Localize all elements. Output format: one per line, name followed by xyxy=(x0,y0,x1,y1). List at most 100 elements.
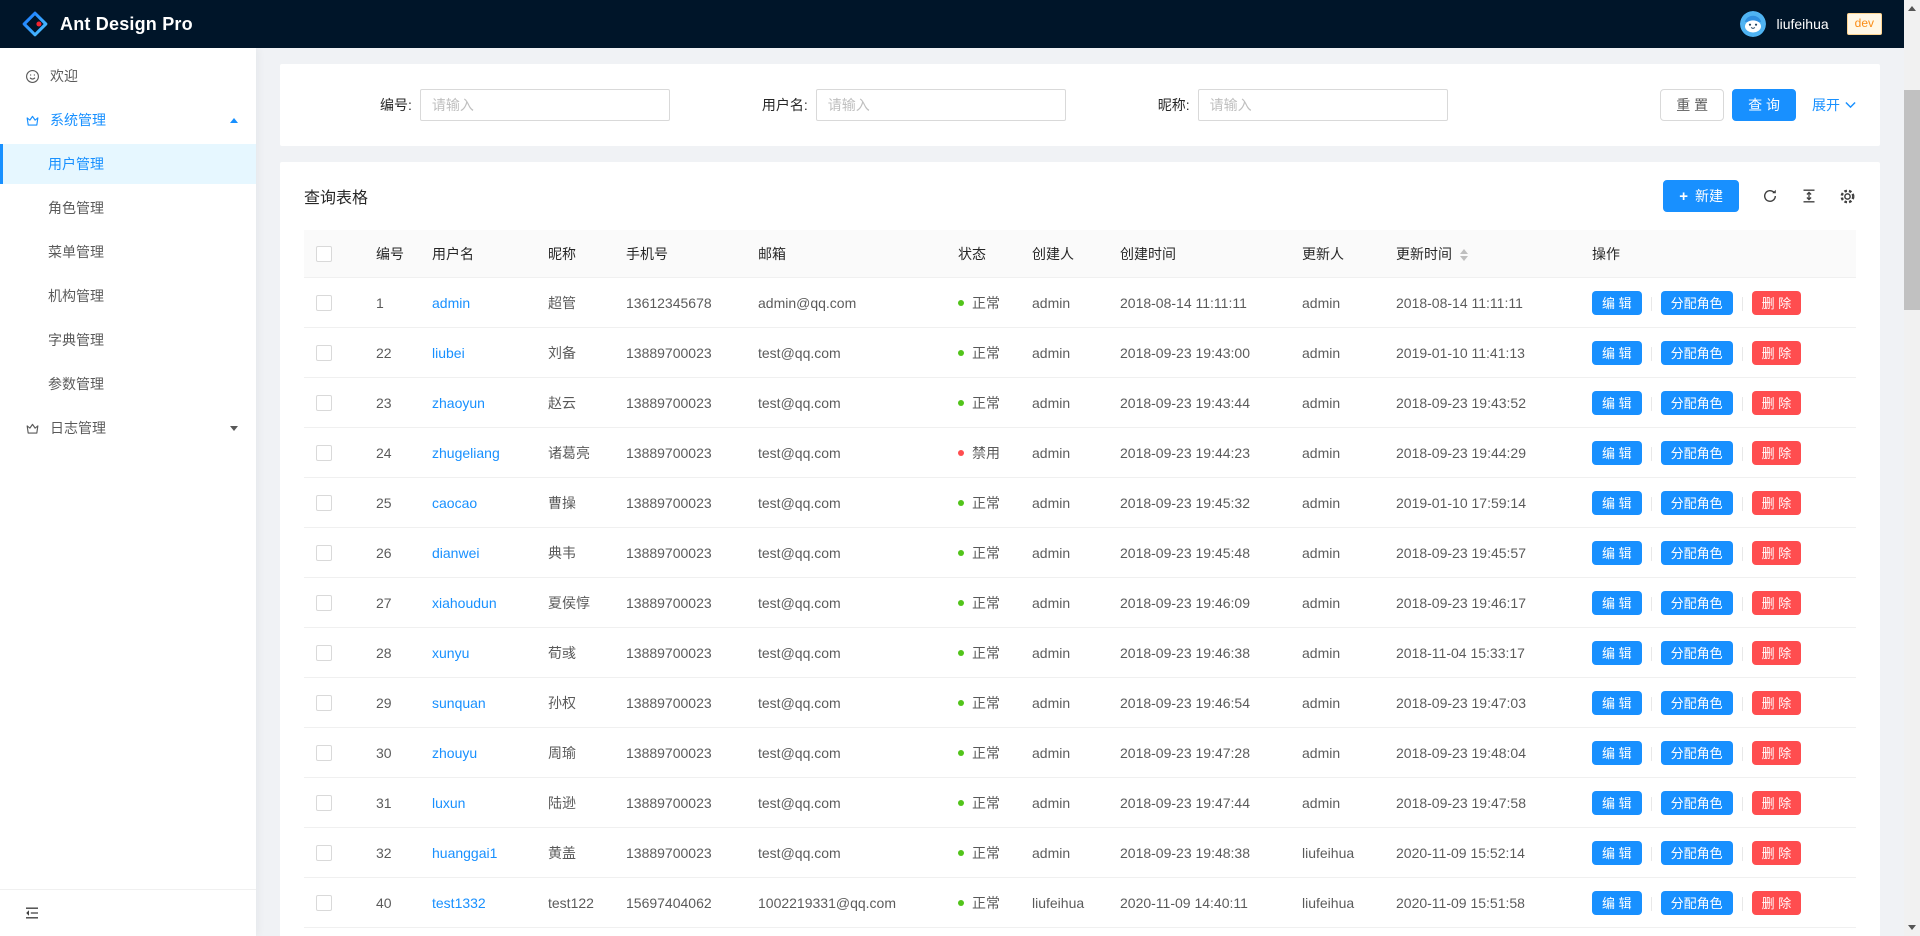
id-input[interactable] xyxy=(420,89,670,121)
row-checkbox[interactable] xyxy=(316,495,332,511)
row-checkbox[interactable] xyxy=(316,895,332,911)
username-link[interactable]: xunyu xyxy=(432,645,469,661)
delete-button[interactable]: 删 除 xyxy=(1752,641,1802,665)
sidebar-submenu-system[interactable]: 系统管理 xyxy=(0,100,256,140)
sidebar-submenu-log[interactable]: 日志管理 xyxy=(0,408,256,448)
sidebar-item-param-mgmt[interactable]: 参数管理 xyxy=(0,364,256,404)
username-link[interactable]: liubei xyxy=(432,345,465,361)
username-link[interactable]: caocao xyxy=(432,495,477,511)
edit-button[interactable]: 编 辑 xyxy=(1592,841,1642,865)
expand-toggle[interactable]: 展开 xyxy=(1812,95,1856,115)
edit-button[interactable]: 编 辑 xyxy=(1592,491,1642,515)
username-link[interactable]: test1332 xyxy=(432,895,486,911)
delete-button[interactable]: 删 除 xyxy=(1752,841,1802,865)
assign-role-button[interactable]: 分配角色 xyxy=(1661,841,1733,865)
new-button[interactable]: + 新建 xyxy=(1663,180,1739,212)
sidebar-item-role-mgmt[interactable]: 角色管理 xyxy=(0,188,256,228)
sorter-icon[interactable] xyxy=(1460,249,1468,261)
assign-role-button[interactable]: 分配角色 xyxy=(1661,741,1733,765)
delete-button[interactable]: 删 除 xyxy=(1752,441,1802,465)
username-link[interactable]: zhaoyun xyxy=(432,395,485,411)
edit-button[interactable]: 编 辑 xyxy=(1592,391,1642,415)
sidebar-item-dict-mgmt[interactable]: 字典管理 xyxy=(0,320,256,360)
scrollbar-thumb[interactable] xyxy=(1904,90,1920,310)
delete-button[interactable]: 删 除 xyxy=(1752,791,1802,815)
assign-role-button[interactable]: 分配角色 xyxy=(1661,541,1733,565)
assign-role-button[interactable]: 分配角色 xyxy=(1661,441,1733,465)
assign-role-button[interactable]: 分配角色 xyxy=(1661,591,1733,615)
delete-button[interactable]: 删 除 xyxy=(1752,491,1802,515)
edit-button[interactable]: 编 辑 xyxy=(1592,441,1642,465)
reset-button[interactable]: 重 置 xyxy=(1660,89,1724,121)
sidebar-item-org-mgmt[interactable]: 机构管理 xyxy=(0,276,256,316)
status-dot xyxy=(958,850,964,856)
delete-button[interactable]: 删 除 xyxy=(1752,291,1802,315)
select-all-checkbox[interactable] xyxy=(316,246,332,262)
logo[interactable]: Ant Design Pro xyxy=(22,11,193,37)
edit-button[interactable]: 编 辑 xyxy=(1592,341,1642,365)
row-checkbox[interactable] xyxy=(316,345,332,361)
row-checkbox[interactable] xyxy=(316,295,332,311)
edit-button[interactable]: 编 辑 xyxy=(1592,691,1642,715)
col-header-updated[interactable]: 更新时间 xyxy=(1384,230,1580,278)
scroll-up-arrow[interactable] xyxy=(1904,0,1920,17)
edit-button[interactable]: 编 辑 xyxy=(1592,891,1642,915)
status-dot xyxy=(958,600,964,606)
settings-gear-icon[interactable] xyxy=(1839,188,1856,205)
username-link[interactable]: zhugeliang xyxy=(432,445,500,461)
sidebar-item-user-mgmt[interactable]: 用户管理 xyxy=(0,144,256,184)
delete-button[interactable]: 删 除 xyxy=(1752,391,1802,415)
username-link[interactable]: zhouyu xyxy=(432,745,477,761)
assign-role-button[interactable]: 分配角色 xyxy=(1661,791,1733,815)
search-button[interactable]: 查 询 xyxy=(1732,89,1796,121)
assign-role-button[interactable]: 分配角色 xyxy=(1661,641,1733,665)
edit-button[interactable]: 编 辑 xyxy=(1592,641,1642,665)
delete-button[interactable]: 删 除 xyxy=(1752,891,1802,915)
assign-role-button[interactable]: 分配角色 xyxy=(1661,291,1733,315)
edit-button[interactable]: 编 辑 xyxy=(1592,591,1642,615)
assign-role-button[interactable]: 分配角色 xyxy=(1661,891,1733,915)
row-checkbox[interactable] xyxy=(316,795,332,811)
assign-role-button[interactable]: 分配角色 xyxy=(1661,341,1733,365)
edit-button[interactable]: 编 辑 xyxy=(1592,741,1642,765)
row-checkbox[interactable] xyxy=(316,695,332,711)
assign-role-button[interactable]: 分配角色 xyxy=(1661,691,1733,715)
sidebar-item-welcome[interactable]: 欢迎 xyxy=(0,56,256,96)
cell-email: test@qq.com xyxy=(746,778,946,828)
edit-button[interactable]: 编 辑 xyxy=(1592,541,1642,565)
username-link[interactable]: admin xyxy=(432,295,470,311)
delete-button[interactable]: 删 除 xyxy=(1752,341,1802,365)
sidebar-item-menu-mgmt[interactable]: 菜单管理 xyxy=(0,232,256,272)
edit-button[interactable]: 编 辑 xyxy=(1592,791,1642,815)
username-link[interactable]: dianwei xyxy=(432,545,479,561)
delete-button[interactable]: 删 除 xyxy=(1752,691,1802,715)
row-checkbox[interactable] xyxy=(316,845,332,861)
edit-button[interactable]: 编 辑 xyxy=(1592,291,1642,315)
user-menu[interactable]: liufeihua dev xyxy=(1740,11,1920,37)
username-link[interactable]: sunquan xyxy=(432,695,486,711)
menu-fold-icon[interactable] xyxy=(24,905,40,921)
row-checkbox[interactable] xyxy=(316,595,332,611)
row-checkbox[interactable] xyxy=(316,645,332,661)
delete-button[interactable]: 删 除 xyxy=(1752,591,1802,615)
cell-created: 2018-09-23 19:47:44 xyxy=(1108,778,1290,828)
sidebar-item-label: 机构管理 xyxy=(48,286,104,306)
delete-button[interactable]: 删 除 xyxy=(1752,741,1802,765)
column-height-icon[interactable] xyxy=(1800,188,1817,205)
row-checkbox[interactable] xyxy=(316,445,332,461)
nickname-input[interactable] xyxy=(1198,89,1448,121)
row-checkbox[interactable] xyxy=(316,395,332,411)
reload-icon[interactable] xyxy=(1761,188,1778,205)
main-content: 编号: 用户名: 昵称: 重 置 查 询 xyxy=(256,48,1920,936)
assign-role-button[interactable]: 分配角色 xyxy=(1661,391,1733,415)
delete-button[interactable]: 删 除 xyxy=(1752,541,1802,565)
scroll-down-arrow[interactable] xyxy=(1904,919,1920,936)
row-checkbox[interactable] xyxy=(316,545,332,561)
row-checkbox[interactable] xyxy=(316,745,332,761)
username-link[interactable]: huanggai1 xyxy=(432,845,497,861)
username-link[interactable]: xiahoudun xyxy=(432,595,497,611)
username-input[interactable] xyxy=(816,89,1066,121)
username-link[interactable]: luxun xyxy=(432,795,465,811)
col-header-updater: 更新人 xyxy=(1290,230,1384,278)
assign-role-button[interactable]: 分配角色 xyxy=(1661,491,1733,515)
